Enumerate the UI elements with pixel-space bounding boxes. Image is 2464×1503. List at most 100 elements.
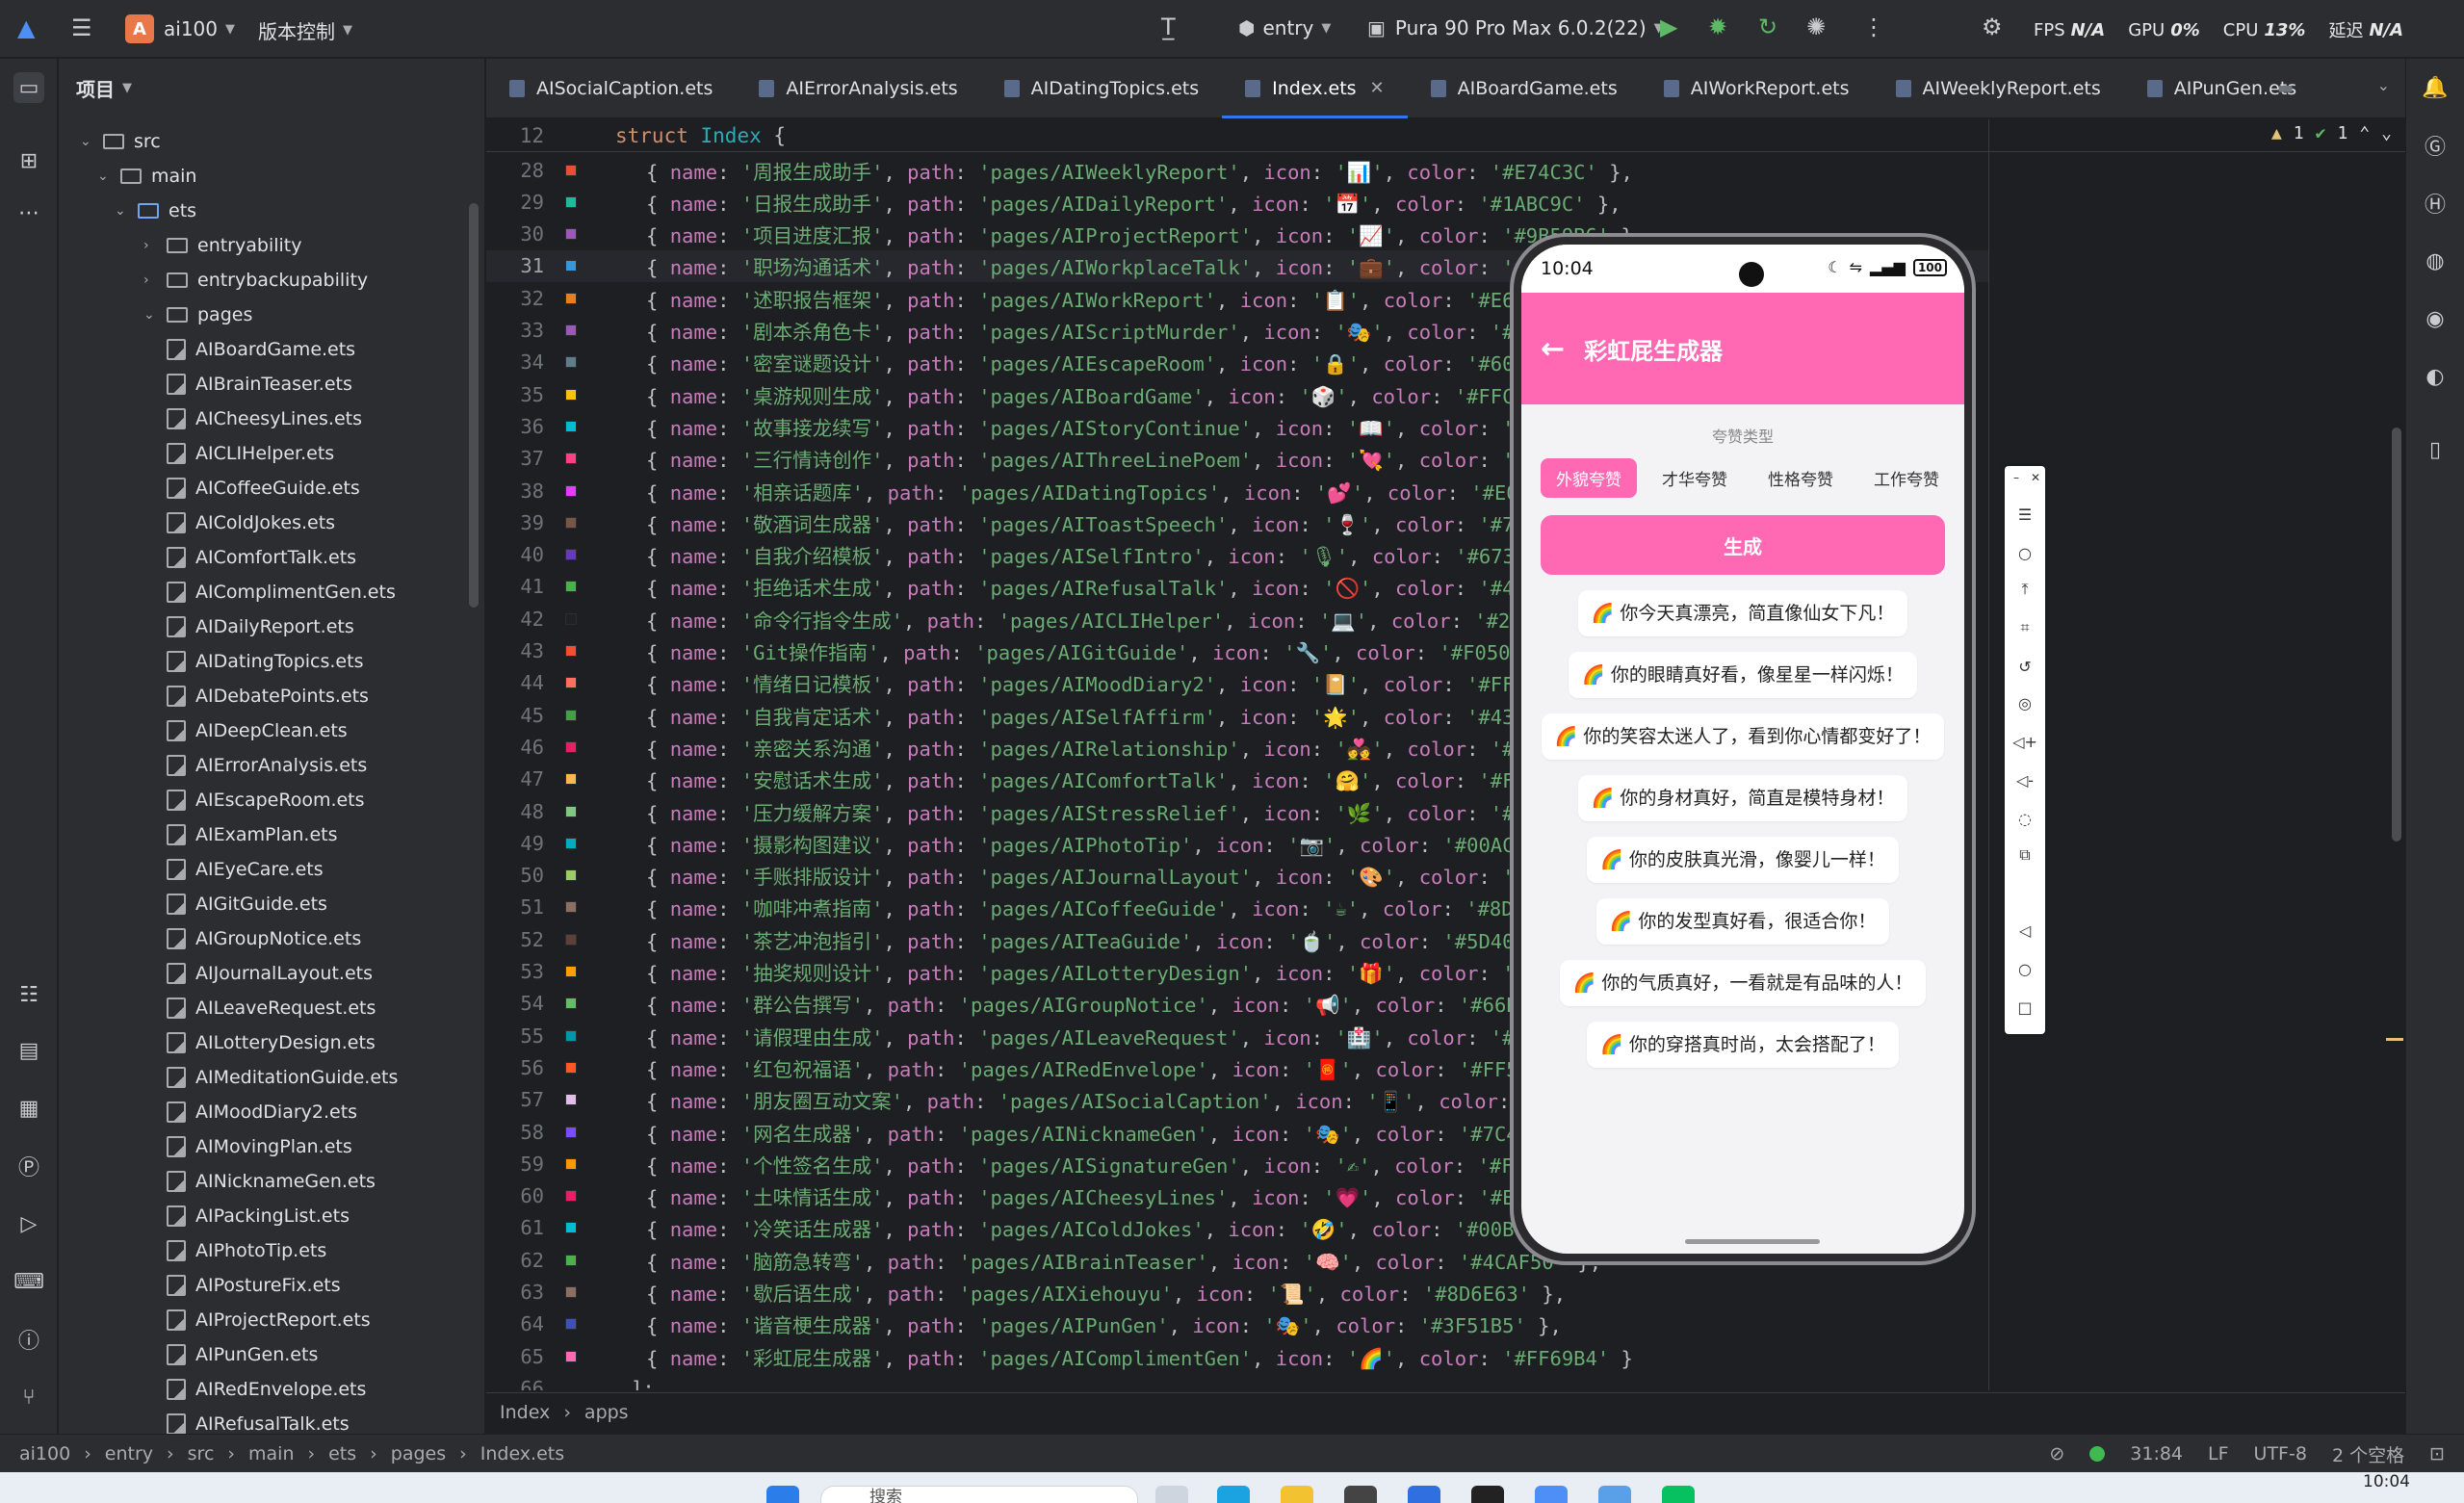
color-swatch[interactable]	[565, 805, 577, 817]
tree-file[interactable]: AILeaveRequest.ets	[167, 991, 376, 1025]
chevron-down-icon[interactable]: ⌄	[143, 307, 167, 323]
color-swatch[interactable]	[565, 773, 577, 786]
text-tool-icon[interactable]: T̲	[1161, 13, 1176, 40]
editor-tab[interactable]: Index.ets ✕	[1222, 59, 1409, 118]
color-swatch[interactable]	[565, 549, 577, 561]
color-swatch[interactable]	[565, 612, 577, 625]
color-swatch[interactable]	[565, 324, 577, 336]
tree-file[interactable]: AIExamPlan.ets	[167, 817, 338, 852]
tree-file[interactable]: AIMovingPlan.ets	[167, 1129, 352, 1164]
tabs-menu-icon[interactable]: ⌄	[2377, 76, 2390, 94]
notifications-icon[interactable]: 🔔	[2420, 72, 2451, 103]
explorer-icon[interactable]	[1281, 1486, 1313, 1503]
result-card[interactable]: 🌈 你的气质真好，一看就是有品味的人！	[1559, 960, 1927, 1006]
device-selector[interactable]: ▣ Pura 90 Pro Max 6.0.2(22) ▼	[1367, 16, 1664, 39]
tree-file[interactable]: AICheesyLines.ets	[167, 402, 362, 436]
color-swatch[interactable]	[565, 1254, 577, 1266]
color-swatch[interactable]	[565, 164, 577, 176]
tree-file[interactable]: AIJournalLayout.ets	[167, 956, 373, 991]
tree-folder[interactable]: ⌄ pages	[143, 298, 252, 332]
profiler-icon[interactable]: ✺	[1806, 13, 1826, 40]
tree-file[interactable]: AIDatingTopics.ets	[167, 644, 363, 679]
wechat-icon[interactable]	[1662, 1486, 1695, 1503]
close-icon[interactable]: ✕	[2026, 468, 2045, 487]
color-swatch[interactable]	[565, 292, 577, 304]
result-list[interactable]: 🌈 你今天真漂亮，简直像仙女下凡！ 🌈 你的眼睛真好看，像星星一样闪烁！ 🌈 你的笑…	[1521, 590, 1964, 1068]
tree-folder[interactable]: ⌄ main	[97, 159, 196, 194]
tree-folder[interactable]: ⌄ ets	[115, 194, 196, 228]
device-manager-icon[interactable]: ▯	[2420, 434, 2451, 465]
color-swatch[interactable]	[565, 195, 577, 208]
color-swatch[interactable]	[565, 1126, 577, 1138]
more-actions-icon[interactable]: ⋮	[1862, 13, 1885, 40]
tree-file[interactable]: AIDebatePoints.ets	[167, 679, 369, 713]
assistant-icon[interactable]: ◐	[2420, 361, 2451, 392]
result-card[interactable]: 🌈 你的发型真好看，很适合你！	[1595, 898, 1890, 945]
tree-file[interactable]: AIPunGen.ets	[167, 1337, 318, 1372]
status-crumb[interactable]: main	[248, 1443, 294, 1464]
project-scrollbar[interactable]	[469, 203, 479, 608]
edge-icon[interactable]	[1217, 1486, 1250, 1503]
rotate-icon[interactable]: ↺	[2015, 657, 2035, 676]
color-swatch[interactable]	[565, 1029, 577, 1042]
project-panel-header[interactable]: 项目 ▼	[59, 59, 484, 117]
tree-file[interactable]: AIProjectReport.ets	[167, 1303, 371, 1337]
color-swatch[interactable]	[565, 1318, 577, 1331]
back-arrow-icon[interactable]: ←	[1541, 332, 1565, 366]
ide-icon[interactable]	[1408, 1486, 1440, 1503]
color-swatch[interactable]	[565, 1157, 577, 1170]
settings-app-icon[interactable]	[1471, 1486, 1504, 1503]
database-icon[interactable]: ◍	[2420, 246, 2451, 276]
result-card[interactable]: 🌈 你的穿搭真时尚，太会搭配了！	[1587, 1022, 1899, 1068]
main-menu-icon[interactable]: ☰	[71, 14, 92, 41]
tool-icon[interactable]	[1598, 1486, 1631, 1503]
tree-folder[interactable]: › entrybackupability	[143, 263, 368, 298]
status-crumb[interactable]: ai100	[19, 1443, 70, 1464]
color-swatch[interactable]	[565, 228, 577, 241]
pin-top-icon[interactable]: ⤒	[2015, 580, 2035, 599]
start-icon[interactable]	[766, 1486, 799, 1503]
more-tools-icon[interactable]: ⋯	[13, 197, 44, 228]
color-swatch[interactable]	[565, 709, 577, 721]
app-icon[interactable]	[1344, 1486, 1377, 1503]
lock-icon[interactable]: ⊡	[2429, 1443, 2445, 1464]
menu-icon[interactable]: ☰	[2015, 505, 2035, 524]
color-swatch[interactable]	[565, 998, 577, 1010]
color-swatch[interactable]	[565, 516, 577, 529]
status-indicator[interactable]	[2089, 1446, 2106, 1462]
chevron-down-icon[interactable]: ⌄	[97, 168, 120, 184]
power-save-icon[interactable]: ⊘	[2049, 1443, 2064, 1464]
line-separator[interactable]: LF	[2208, 1443, 2229, 1464]
profiler-tool-icon[interactable]: Ⓟ	[13, 1151, 44, 1181]
chevron-down-icon[interactable]: ⌄	[115, 203, 138, 219]
run-tool-icon[interactable]: ▷	[13, 1208, 44, 1239]
volume-up-icon[interactable]: ◁+	[2012, 732, 2037, 751]
tree-file[interactable]: AIMeditationGuide.ets	[167, 1060, 398, 1095]
color-swatch[interactable]	[565, 260, 577, 272]
cursor-position[interactable]: 31:84	[2130, 1443, 2183, 1464]
nav-recents-icon[interactable]: □	[2015, 998, 2035, 1017]
color-swatch[interactable]	[565, 869, 577, 882]
tree-file[interactable]: AIErrorAnalysis.ets	[167, 748, 367, 783]
result-card[interactable]: 🌈 你的眼睛真好看，像星星一样闪烁！	[1569, 652, 1917, 698]
code-line[interactable]: 28 { name: '周报生成助手', path: 'pages/AIWeekl…	[486, 154, 1988, 186]
color-swatch[interactable]	[565, 1286, 577, 1298]
status-crumb[interactable]: ets	[328, 1443, 356, 1464]
color-swatch[interactable]	[565, 1094, 577, 1106]
inspection-widget[interactable]: ▲ 1 ✔ 1 ⌃ ⌄	[2271, 123, 2392, 143]
tree-file[interactable]: AIDeepClean.ets	[167, 713, 348, 748]
code-editor[interactable]: 12 struct Index { ▲ 1 ✔ 1 ⌃ ⌄ 28 { name: …	[486, 119, 2405, 1390]
chevron-right-icon[interactable]: ›	[143, 238, 167, 253]
result-card[interactable]: 🌈 你的皮肤真光滑，像婴儿一样！	[1587, 837, 1899, 883]
close-icon[interactable]: ✕	[1370, 78, 1385, 98]
compliment-type-chip[interactable]: 外貌夸赞	[1541, 458, 1637, 498]
color-swatch[interactable]	[565, 645, 577, 657]
screenshot-icon[interactable]: ⧉	[2015, 845, 2035, 865]
chevron-up-icon[interactable]: ⌃	[2359, 123, 2370, 143]
color-swatch[interactable]	[565, 356, 577, 369]
code-line[interactable]: 64 { name: '谐音梗生成器', path: 'pages/AIPunGe…	[486, 1309, 1988, 1340]
color-swatch[interactable]	[565, 1061, 577, 1074]
tree-file[interactable]: AICoffeeGuide.ets	[167, 471, 360, 505]
status-crumb[interactable]: pages	[391, 1443, 446, 1464]
editor-tab[interactable]: AISocialCaption.ets	[486, 59, 736, 118]
